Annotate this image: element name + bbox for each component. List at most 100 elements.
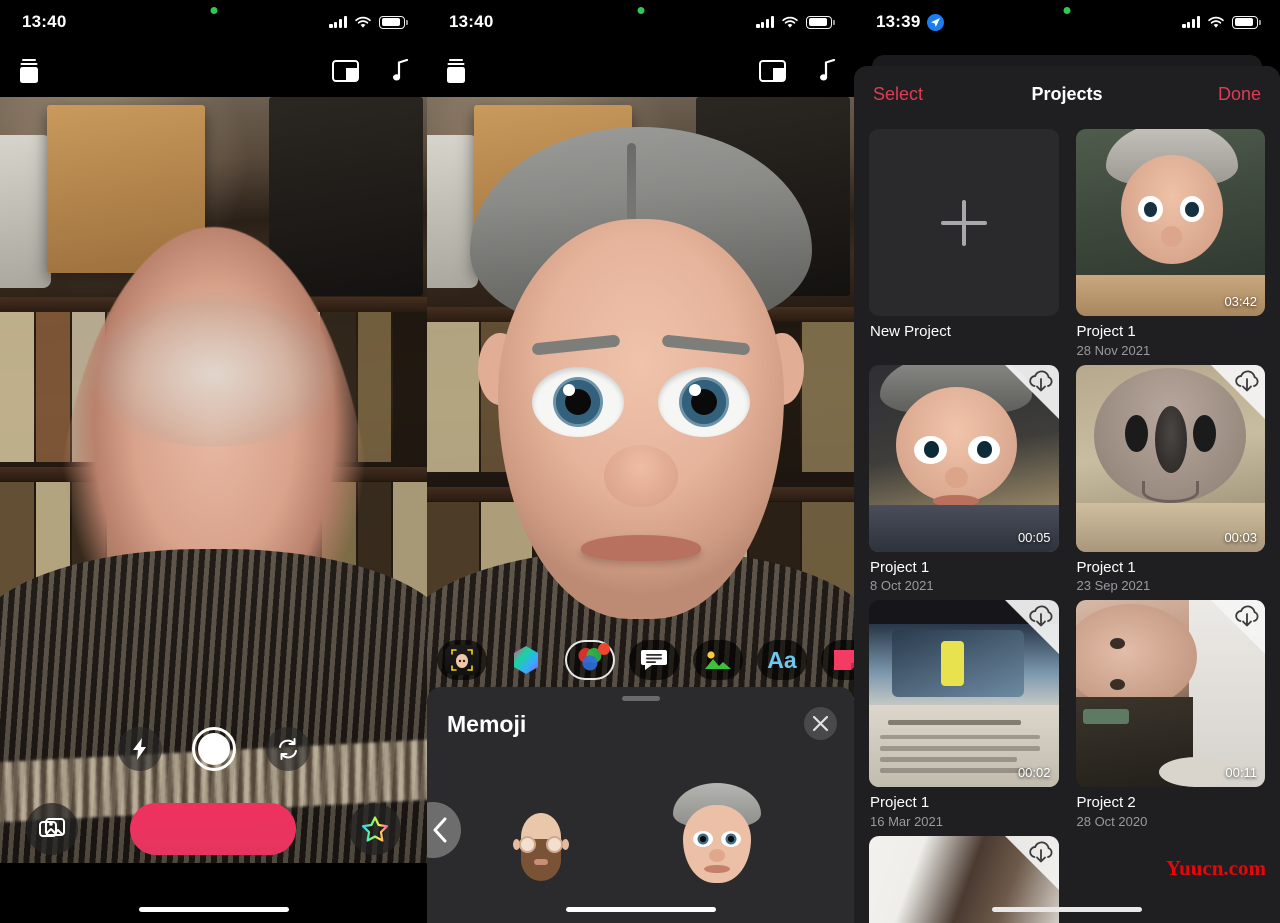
camera-controls-row — [0, 727, 427, 771]
project-date: 23 Sep 2021 — [1076, 578, 1151, 594]
projects-navbar: Select Projects Done — [854, 66, 1280, 122]
memoji-top-toolbar — [427, 44, 854, 97]
status-time: 13:40 — [449, 12, 494, 31]
new-project-cell[interactable]: New Project — [869, 129, 1059, 361]
status-time: 13:40 — [22, 12, 67, 31]
split-layout-icon[interactable] — [759, 59, 786, 82]
filters-effect[interactable] — [565, 640, 615, 680]
duration-label: 00:02 — [1017, 765, 1051, 781]
photo-library-icon[interactable] — [26, 803, 78, 855]
text-aa-effect[interactable]: Aa — [757, 640, 807, 680]
shapes-effect[interactable] — [821, 640, 854, 680]
cellular-signal-icon — [329, 16, 347, 28]
animoji-prism-effect[interactable] — [501, 640, 551, 680]
status-bar-camera: 13:40 — [0, 0, 427, 44]
music-note-icon[interactable] — [393, 58, 409, 83]
memoji-bald-beard-glasses[interactable] — [513, 813, 569, 885]
text-aa-label: Aa — [767, 646, 797, 673]
battery-icon — [1232, 15, 1261, 29]
sheet-grabber[interactable] — [621, 696, 660, 701]
split-layout-icon[interactable] — [332, 59, 359, 82]
shutter-icon[interactable] — [191, 727, 236, 771]
chevron-left-icon[interactable] — [427, 802, 461, 858]
three-phone-screenshots: 13:40 13:40 Aa Memoji 13:39 Select Proje… — [0, 0, 1280, 923]
thumbnail-art — [1075, 129, 1265, 316]
person-hair — [43, 217, 384, 447]
duration-label: 03:42 — [1224, 294, 1257, 309]
phone-screen-memoji: 13:40 Aa Memoji — [427, 0, 854, 923]
project-cell[interactable]: 03:42 Project 1 28 Nov 2021 — [1075, 129, 1266, 361]
new-project-caption: New Project — [869, 316, 1059, 342]
project-cell[interactable]: 00:05 Project 1 8 Oct 2021 — [869, 364, 1059, 597]
privacy-indicator-dot — [1063, 7, 1071, 14]
duration-label: 00:05 — [1017, 529, 1051, 545]
close-icon[interactable] — [804, 707, 837, 740]
cloud-download-icon[interactable] — [1211, 600, 1265, 655]
memoji-effect[interactable] — [437, 640, 487, 680]
status-left: 13:40 — [22, 12, 66, 32]
record-pill[interactable] — [130, 803, 296, 855]
music-note-icon[interactable] — [820, 58, 836, 83]
watermark: Yuucn.com — [1165, 856, 1266, 880]
cloud-download-icon[interactable] — [1004, 600, 1059, 655]
status-right — [1182, 15, 1261, 29]
projects-sheet: Select Projects Done New Project 03:42 P… — [854, 66, 1280, 923]
status-bar-projects: 13:39 — [854, 0, 1280, 44]
status-right — [329, 15, 408, 29]
project-caption: Project 1 16 Mar 2021 — [869, 787, 1059, 832]
project-cell[interactable]: 00:11 Project 2 28 Oct 2020 — [1075, 600, 1266, 832]
flash-icon[interactable] — [117, 727, 162, 771]
project-cell[interactable]: 00:02 Project 1 16 Mar 2021 — [869, 600, 1059, 832]
new-project-thumbnail[interactable] — [869, 129, 1059, 316]
duration-label: 00:03 — [1224, 529, 1257, 545]
phone-screen-camera: 13:40 — [0, 0, 427, 923]
project-thumbnail[interactable]: 00:02 — [869, 600, 1059, 788]
memoji-sheet-title: Memoji — [447, 711, 527, 737]
project-thumbnail[interactable]: 03:42 — [1075, 129, 1265, 316]
star-effects-icon[interactable] — [349, 803, 401, 855]
wifi-icon — [782, 16, 798, 28]
project-name: Project 1 — [1076, 558, 1136, 576]
select-button[interactable]: Select — [873, 84, 923, 105]
home-indicator — [565, 907, 716, 912]
status-time: 13:39 — [876, 12, 921, 31]
cloud-download-icon[interactable] — [1211, 364, 1265, 419]
wifi-icon — [355, 16, 371, 28]
memoji-overlay-face — [469, 127, 812, 647]
project-date: 16 Mar 2021 — [870, 813, 943, 829]
memoji-gray-hair[interactable] — [671, 783, 763, 885]
privacy-indicator-dot — [637, 7, 644, 14]
status-right — [756, 15, 835, 29]
sticker-image-effect[interactable] — [693, 640, 743, 680]
project-thumbnail[interactable]: 00:05 — [869, 364, 1059, 552]
flip-camera-icon[interactable] — [265, 727, 310, 771]
camera-viewfinder[interactable] — [0, 97, 427, 863]
project-cell[interactable]: 00:03 Project 1 23 Sep 2021 — [1075, 364, 1265, 597]
location-arrow-icon — [927, 13, 945, 31]
status-left: 13:40 — [449, 12, 493, 32]
notification-badge — [598, 643, 610, 655]
page-title: Projects — [1031, 83, 1103, 104]
project-caption: Project 2 28 Oct 2020 — [1076, 787, 1266, 832]
status-bar-memoji: 13:40 — [427, 0, 854, 44]
project-name: Project 1 — [870, 794, 930, 812]
memoji-toolbar-right — [759, 58, 836, 83]
projects-stack-icon[interactable] — [18, 58, 40, 84]
cellular-signal-icon — [1182, 16, 1200, 28]
done-button[interactable]: Done — [1218, 84, 1261, 105]
project-caption: Project 1 8 Oct 2021 — [869, 552, 1059, 597]
project-caption: Project 1 28 Nov 2021 — [1076, 316, 1266, 361]
projects-stack-icon[interactable] — [445, 58, 467, 84]
cloud-download-icon[interactable] — [1004, 835, 1059, 890]
text-bubble-effect[interactable] — [629, 640, 679, 680]
camera-top-toolbar — [0, 44, 427, 97]
project-thumbnail[interactable]: 00:03 — [1075, 364, 1265, 552]
cloud-download-icon[interactable] — [1004, 364, 1059, 419]
project-thumbnail[interactable]: 00:11 — [1075, 600, 1265, 788]
project-name: New Project — [870, 323, 951, 340]
battery-icon — [806, 15, 835, 29]
battery-icon — [379, 15, 408, 29]
home-indicator — [138, 907, 289, 912]
memoji-avatar-icon — [445, 645, 479, 675]
projects-grid: New Project 03:42 Project 1 28 Nov 2021 … — [854, 122, 1280, 923]
